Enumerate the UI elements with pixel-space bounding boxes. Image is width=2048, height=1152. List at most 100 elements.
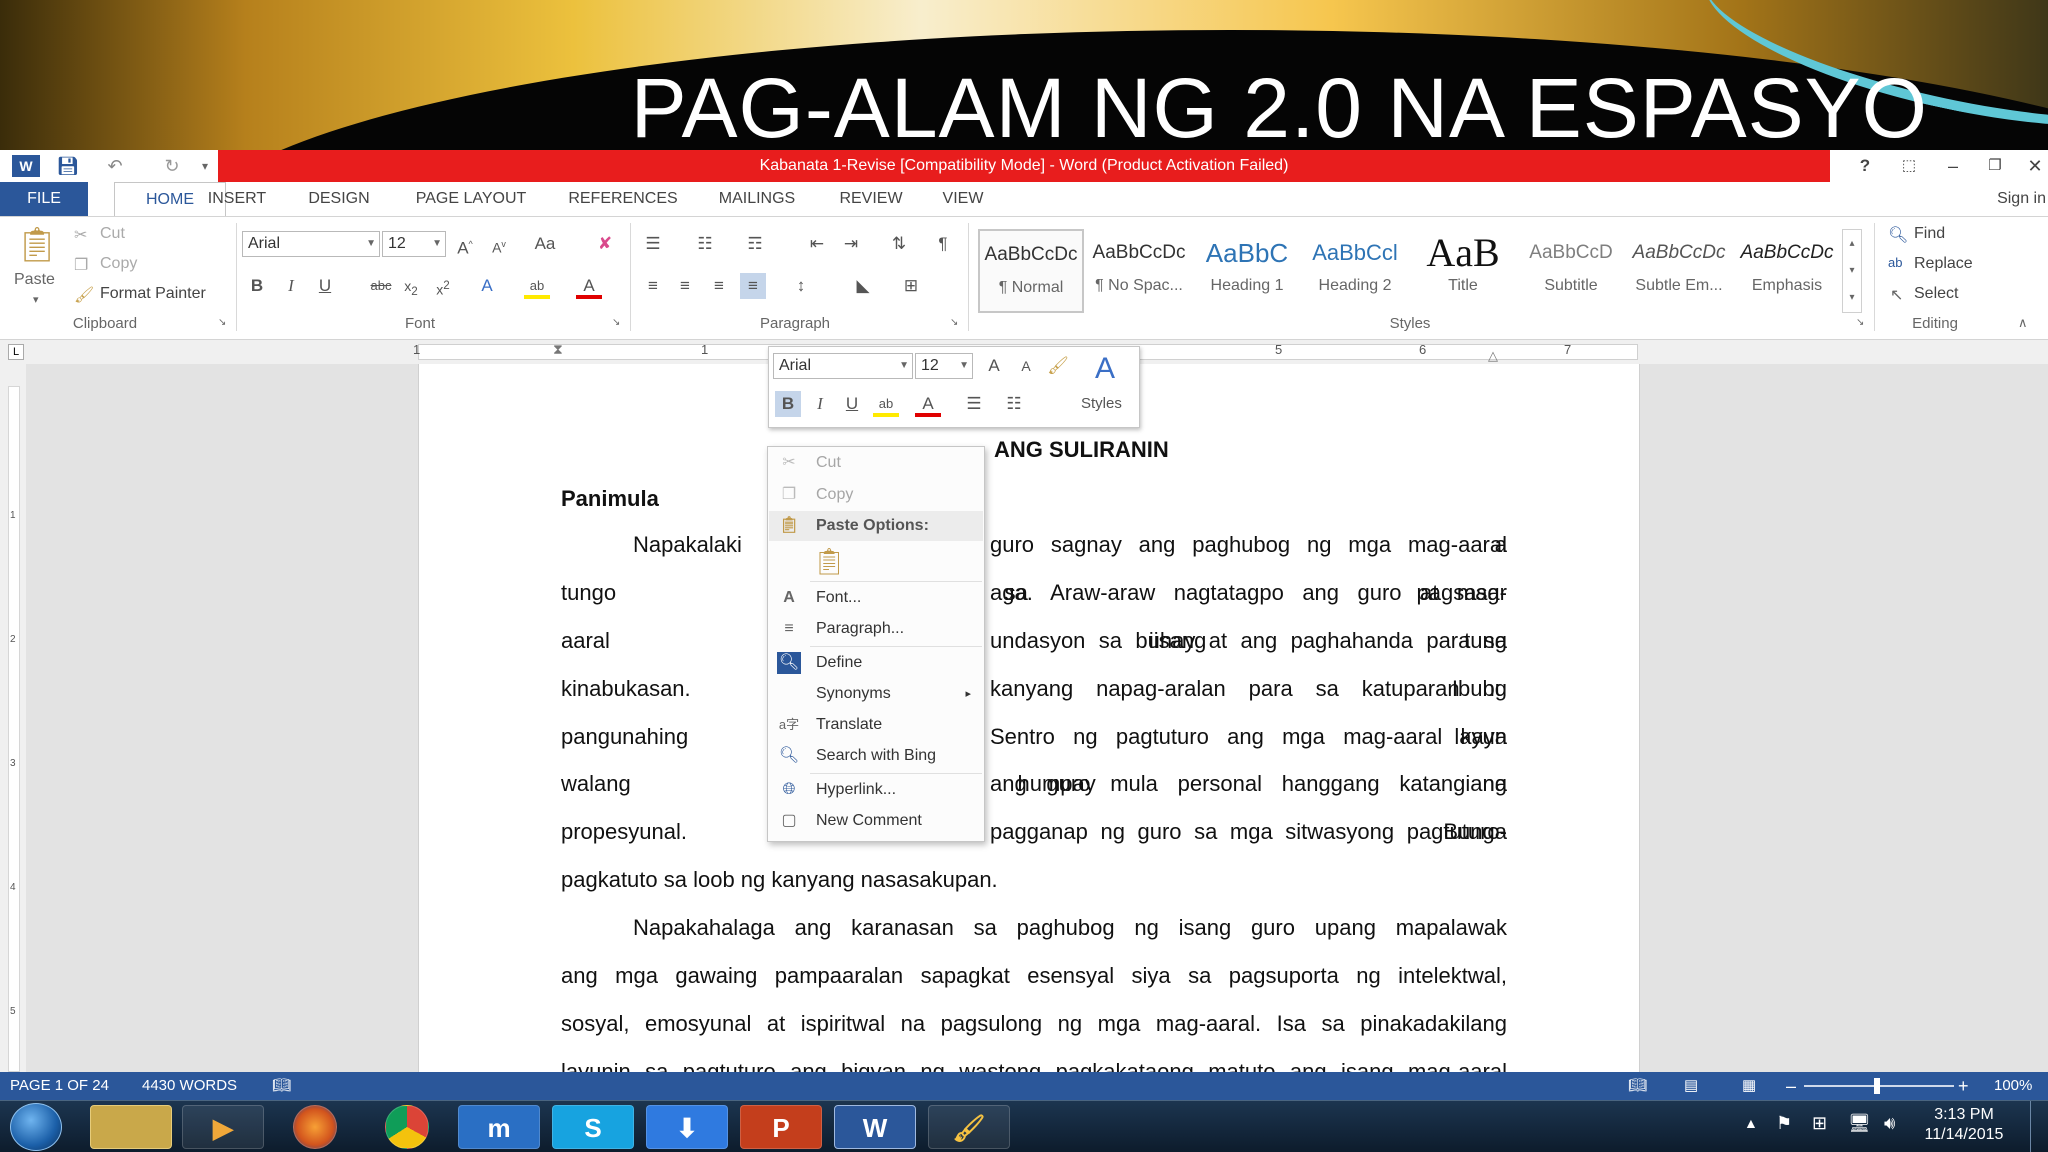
paste-icon[interactable]: 📋︎ xyxy=(14,225,60,265)
copy-button[interactable]: Copy xyxy=(100,255,137,273)
taskbar-media-player-icon[interactable]: ▶ xyxy=(182,1105,264,1149)
tab-selector-icon[interactable]: L xyxy=(8,344,24,360)
clipboard-launcher-icon[interactable]: ↘ xyxy=(218,317,226,328)
sign-in-link[interactable]: Sign in xyxy=(1997,182,2046,216)
mini-bold-button[interactable]: B xyxy=(775,391,801,417)
keep-text-only-paste-icon[interactable]: 📋︎ xyxy=(812,545,846,577)
indent-marker-icon[interactable]: ⧗ xyxy=(553,341,563,358)
format-painter-icon[interactable]: 🖌︎ xyxy=(74,285,94,305)
style-no-spacing[interactable]: AaBbCcDc ¶ No Spac... xyxy=(1086,229,1192,313)
mini-bullets-icon[interactable]: ☰ xyxy=(961,391,987,417)
page-count[interactable]: PAGE 1 OF 24 xyxy=(10,1072,109,1100)
zoom-level[interactable]: 100% xyxy=(1994,1072,2032,1100)
taskbar-skype-icon[interactable]: S xyxy=(552,1105,634,1149)
save-icon[interactable]: 💾︎ xyxy=(56,155,80,177)
menu-item-translate[interactable]: a字 Translate xyxy=(769,710,983,740)
style-title[interactable]: AaB Title xyxy=(1410,229,1516,313)
align-left-icon[interactable]: ≡ xyxy=(640,273,666,299)
find-button[interactable]: Find xyxy=(1914,225,1945,243)
system-clock[interactable]: 3:13 PM 11/14/2015 xyxy=(1916,1105,2012,1145)
font-name-combo[interactable]: Arial ▼ xyxy=(242,231,380,257)
select-button[interactable]: Select xyxy=(1914,285,1958,303)
mini-size-combo[interactable]: 12 ▼ xyxy=(915,353,973,379)
paste-button[interactable]: Paste xyxy=(14,271,55,289)
style-heading-1[interactable]: AaBbC Heading 1 xyxy=(1194,229,1300,313)
style-normal[interactable]: AaBbCcDc ¶ Normal xyxy=(978,229,1084,313)
action-center-flag-icon[interactable]: ⚑ xyxy=(1776,1113,1792,1134)
menu-item-paragraph[interactable]: ≡ Paragraph... xyxy=(769,614,983,644)
menu-item-synonyms[interactable]: Synonyms ▸ xyxy=(769,679,983,709)
style-heading-2[interactable]: AaBbCcl Heading 2 xyxy=(1302,229,1408,313)
select-icon[interactable]: ↖ xyxy=(1890,285,1903,305)
minimize-button[interactable]: – xyxy=(1938,154,1968,178)
help-button[interactable]: ? xyxy=(1850,154,1880,178)
copy-icon[interactable]: ❐ xyxy=(74,255,88,275)
collapse-ribbon-icon[interactable]: ∧ xyxy=(2018,315,2028,331)
font-launcher-icon[interactable]: ↘ xyxy=(612,317,620,328)
sort-icon[interactable]: ⇅ xyxy=(886,231,912,257)
replace-icon[interactable]: ab xyxy=(1888,255,1902,270)
menu-item-define[interactable]: 🔍︎ Define xyxy=(769,648,983,678)
italic-button[interactable]: I xyxy=(278,273,304,299)
mini-highlight-icon[interactable]: ab xyxy=(873,391,899,417)
taskbar-word-icon[interactable]: W xyxy=(834,1105,916,1149)
taskbar-paint-icon[interactable]: 🖌︎ xyxy=(928,1105,1010,1149)
show-desktop-button[interactable] xyxy=(2030,1101,2048,1152)
tab-insert[interactable]: INSERT xyxy=(200,182,274,216)
align-center-icon[interactable]: ≡ xyxy=(672,273,698,299)
style-emphasis[interactable]: AaBbCcDc Emphasis xyxy=(1734,229,1840,313)
taskbar-file-explorer-icon[interactable] xyxy=(90,1105,172,1149)
menu-item-search-bing[interactable]: 🔍︎ Search with Bing xyxy=(769,741,983,771)
show-hidden-icons[interactable]: ▲ xyxy=(1744,1115,1758,1131)
align-right-icon[interactable]: ≡ xyxy=(706,273,732,299)
taskbar-downloader-icon[interactable]: ⬇ xyxy=(646,1105,728,1149)
taskbar-maxthon-icon[interactable]: m xyxy=(458,1105,540,1149)
grow-font-icon[interactable]: A^ xyxy=(452,231,478,258)
change-case-button[interactable]: Aa xyxy=(528,231,562,257)
taskbar-powerpoint-icon[interactable]: P xyxy=(740,1105,822,1149)
cut-icon[interactable]: ✂ xyxy=(74,225,87,245)
tab-page-layout[interactable]: PAGE LAYOUT xyxy=(406,182,536,216)
menu-item-copy[interactable]: ❐ Copy xyxy=(769,480,983,510)
zoom-slider-thumb[interactable] xyxy=(1874,1078,1880,1094)
style-subtitle[interactable]: AaBbCcD Subtitle xyxy=(1518,229,1624,313)
decrease-indent-icon[interactable]: ⇤ xyxy=(804,231,830,257)
menu-item-cut[interactable]: ✂ Cut xyxy=(769,448,983,478)
styles-gallery-scroll[interactable]: ▴ ▾ ▾ xyxy=(1842,229,1862,313)
format-painter-button[interactable]: Format Painter xyxy=(100,285,206,303)
undo-icon[interactable]: ↶ xyxy=(100,155,130,177)
replace-button[interactable]: Replace xyxy=(1914,255,1973,273)
read-mode-icon[interactable]: 📖︎ xyxy=(1628,1072,1647,1100)
underline-button[interactable]: U xyxy=(312,273,338,299)
mini-font-color-icon[interactable]: A xyxy=(915,391,941,417)
mini-shrink-font-icon[interactable]: A xyxy=(1013,353,1039,379)
volume-icon[interactable]: 🔊︎ xyxy=(1884,1113,1895,1134)
find-icon[interactable]: 🔍︎ xyxy=(1888,225,1908,245)
proofing-icon[interactable]: 📖︎ xyxy=(272,1072,291,1100)
print-layout-icon[interactable]: ▤ xyxy=(1684,1072,1698,1100)
redo-icon[interactable]: ↻ xyxy=(160,155,184,177)
bold-button[interactable]: B xyxy=(244,273,270,299)
tab-design[interactable]: DESIGN xyxy=(302,182,376,216)
font-color-icon[interactable]: A xyxy=(576,273,602,299)
network-icon[interactable]: 🖥︎ xyxy=(1848,1113,1871,1134)
mini-font-combo[interactable]: Arial ▼ xyxy=(773,353,913,379)
show-formatting-marks-icon[interactable]: ¶ xyxy=(930,231,956,257)
strikethrough-button[interactable]: abc xyxy=(366,273,396,299)
tab-mailings[interactable]: MAILINGS xyxy=(710,182,804,216)
mini-styles-icon[interactable]: A xyxy=(1087,351,1123,387)
windows-logo-tray-icon[interactable]: ⊞ xyxy=(1812,1113,1827,1134)
numbering-icon[interactable]: ☷ xyxy=(692,231,718,257)
font-size-combo[interactable]: 12 ▼ xyxy=(382,231,446,257)
highlight-color-icon[interactable]: ab xyxy=(524,273,550,299)
multilevel-list-icon[interactable]: ☶ xyxy=(742,231,768,257)
tab-review[interactable]: REVIEW xyxy=(834,182,908,216)
styles-launcher-icon[interactable]: ↘ xyxy=(1856,317,1864,328)
tab-references[interactable]: REFERENCES xyxy=(566,182,680,216)
mini-grow-font-icon[interactable]: A xyxy=(981,353,1007,379)
close-button[interactable]: ✕ xyxy=(2020,154,2048,178)
document-page[interactable]: ANG SULIRANIN Panimula Napakalaki a guro… xyxy=(418,364,1640,1072)
menu-item-font[interactable]: A Font... xyxy=(769,583,983,613)
text-effects-icon[interactable]: A xyxy=(474,273,500,299)
word-count[interactable]: 4430 WORDS xyxy=(142,1072,237,1100)
